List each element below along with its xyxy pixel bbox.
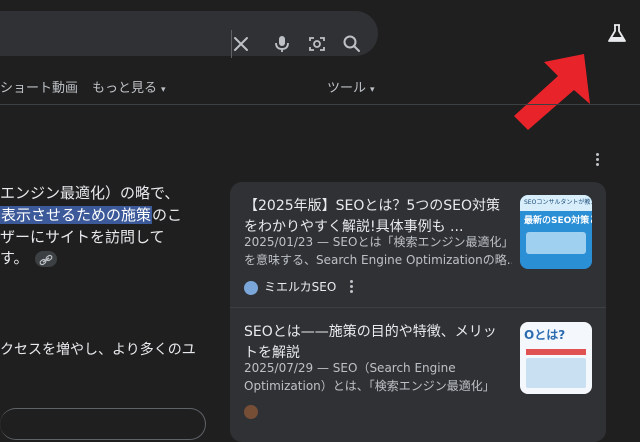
search-bar[interactable] (0, 11, 378, 58)
answer-line-2: 表示させるための施策のこ (0, 206, 183, 224)
source-thumbnail-2[interactable]: Oとは? (520, 322, 592, 394)
site-favicon-icon (244, 280, 258, 295)
tab-short-videos[interactable]: ショート動画 (0, 77, 78, 96)
mic-icon[interactable] (272, 34, 292, 54)
answer-line-1: エンジン最適化）の略で、 (0, 184, 180, 202)
close-icon[interactable] (231, 34, 251, 54)
tabs-divider (0, 104, 640, 105)
card-separator (230, 307, 606, 308)
caret-down-icon: ▾ (370, 85, 375, 95)
source-snippet-1b: を意味する、Search Engine Optimizationの略... (244, 253, 512, 267)
source-title-1[interactable]: 【2025年版】SEOとは？5つのSEO対策をわかりやすく解説!具体事例も ..… (244, 196, 504, 238)
more-options-icon[interactable] (596, 153, 600, 168)
more-options-icon[interactable] (350, 280, 354, 295)
site-favicon-icon (244, 404, 258, 419)
camera-lens-icon[interactable] (307, 34, 327, 54)
source-snippet-1a: 2025/01/23 — SEOとは「検索エンジン最適化」 (244, 235, 512, 249)
highlighted-text: 表示させるための施策 (0, 206, 153, 224)
source-site-2[interactable] (244, 404, 264, 419)
link-icon[interactable] (34, 250, 57, 267)
source-site-1[interactable]: ミエルカSEO (244, 278, 354, 295)
answer-paragraph-2: クセスを増やし、より多くのユ (0, 342, 196, 358)
search-bar-divider (231, 30, 232, 58)
answer-line-4: す。 (0, 246, 57, 270)
sources-card: 【2025年版】SEOとは？5つのSEO対策をわかりやすく解説!具体事例も ..… (230, 182, 606, 442)
caret-down-icon: ▾ (161, 85, 166, 95)
tab-more[interactable]: もっと見る ▾ (92, 77, 166, 96)
source-thumbnail-1[interactable]: SEOコンサルタントが教える 最新のSEO対策とは (520, 195, 592, 269)
red-arrow-annotation (514, 54, 590, 130)
tab-tools[interactable]: ツール ▾ (327, 77, 375, 96)
source-snippet-2a: 2025/07/29 — SEO（Search Engine (244, 361, 456, 375)
source-title-2[interactable]: SEOとは——施策の目的や特徴、メリットを解説 (244, 322, 504, 364)
bottom-button[interactable] (0, 408, 206, 440)
flask-icon[interactable] (606, 22, 628, 44)
search-icon[interactable] (342, 34, 362, 54)
source-snippet-2b: Optimization）とは、「検索エンジン最適化」 (244, 379, 495, 393)
